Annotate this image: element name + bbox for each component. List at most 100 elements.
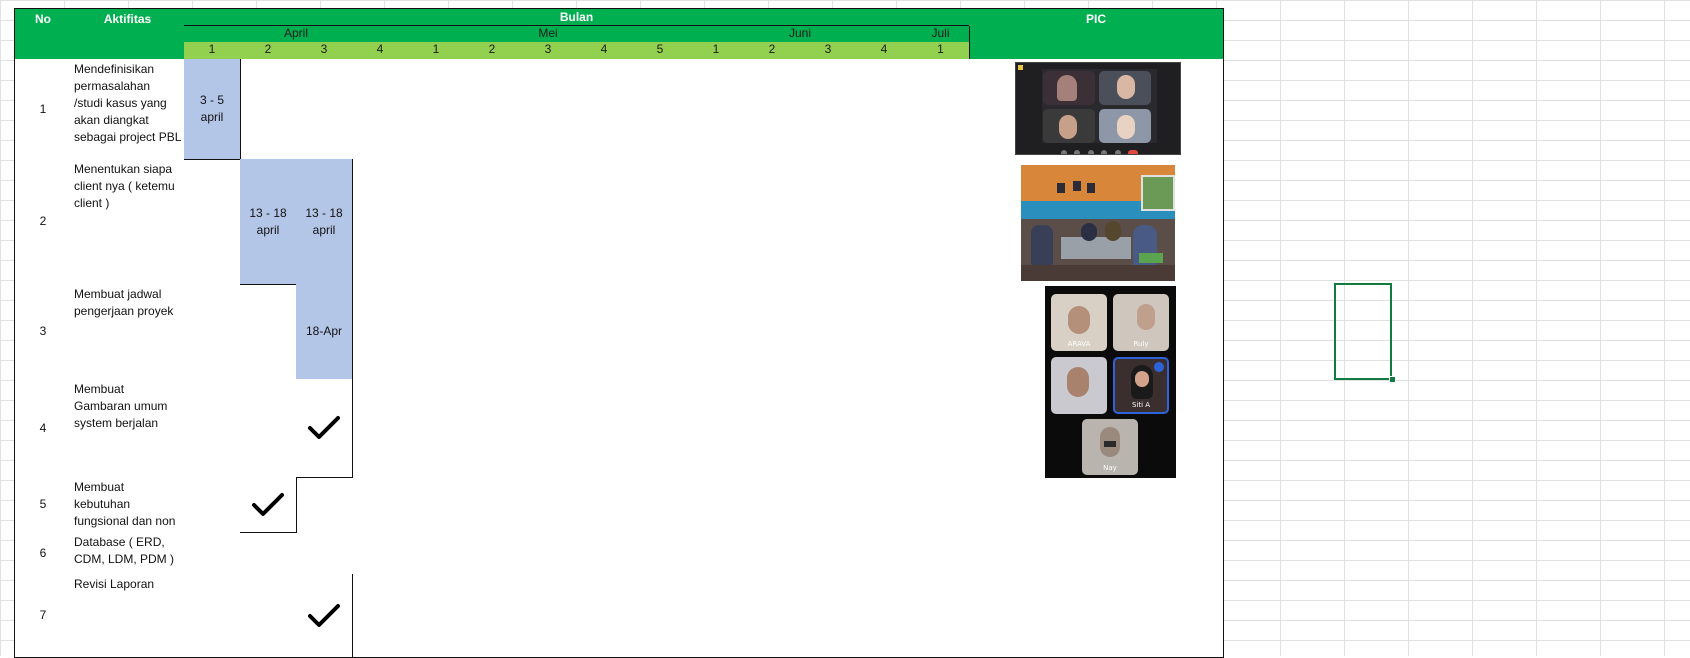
activity-cell[interactable]: Revisi Laporan xyxy=(71,574,185,658)
schedule-cell[interactable] xyxy=(800,59,857,160)
group-video-call-image[interactable]: ARAVA Ruly Siti A Nay xyxy=(1045,286,1176,478)
spreadsheet-grid[interactable]: No Aktifitas Bulan PIC April Mei Juni Ju… xyxy=(0,0,1690,658)
client-meeting-photo-image[interactable] xyxy=(1021,165,1175,281)
schedule-cell[interactable] xyxy=(352,477,409,533)
schedule-cell[interactable] xyxy=(296,477,353,533)
schedule-cell[interactable] xyxy=(912,284,970,380)
schedule-cell[interactable] xyxy=(352,379,409,478)
schedule-cell[interactable] xyxy=(856,284,913,380)
fill-handle[interactable] xyxy=(1389,376,1396,383)
schedule-cell[interactable] xyxy=(912,574,970,658)
schedule-cell-done[interactable] xyxy=(296,379,353,478)
schedule-cell[interactable] xyxy=(520,284,577,380)
schedule-cell[interactable] xyxy=(240,532,297,575)
schedule-cell[interactable] xyxy=(744,574,801,658)
schedule-cell[interactable] xyxy=(464,477,521,533)
schedule-cell[interactable] xyxy=(800,574,857,658)
schedule-cell[interactable] xyxy=(912,159,970,285)
video-call-screenshot-image[interactable] xyxy=(1015,62,1181,155)
schedule-cell[interactable] xyxy=(912,379,970,478)
schedule-cell[interactable] xyxy=(184,159,241,285)
schedule-cell[interactable] xyxy=(576,59,633,160)
schedule-cell[interactable] xyxy=(184,477,241,533)
schedule-cell[interactable] xyxy=(520,574,577,658)
schedule-cell[interactable] xyxy=(856,574,913,658)
schedule-cell[interactable] xyxy=(464,574,521,658)
schedule-cell[interactable] xyxy=(800,532,857,575)
schedule-cell[interactable] xyxy=(800,477,857,533)
schedule-cell[interactable] xyxy=(408,379,465,478)
schedule-cell-highlighted[interactable]: 13 - 18 april xyxy=(296,159,353,285)
schedule-cell[interactable] xyxy=(688,532,745,575)
schedule-cell[interactable] xyxy=(408,284,465,380)
activity-cell[interactable]: Membuat kebutuhan fungsional dan non xyxy=(71,477,185,533)
schedule-cell[interactable] xyxy=(464,532,521,575)
schedule-cell[interactable] xyxy=(576,379,633,478)
schedule-cell[interactable] xyxy=(184,574,241,658)
schedule-cell[interactable] xyxy=(688,59,745,160)
schedule-cell[interactable] xyxy=(632,159,689,285)
schedule-cell[interactable] xyxy=(408,574,465,658)
schedule-cell[interactable] xyxy=(632,574,689,658)
schedule-cell[interactable] xyxy=(800,159,857,285)
activity-cell[interactable]: Membuat Gambaran umum system berjalan xyxy=(71,379,185,478)
schedule-cell[interactable] xyxy=(520,379,577,478)
schedule-cell[interactable] xyxy=(520,159,577,285)
schedule-cell[interactable] xyxy=(856,159,913,285)
pic-cell[interactable] xyxy=(969,574,1224,658)
schedule-cell-highlighted[interactable]: 18-Apr xyxy=(296,284,353,380)
schedule-cell[interactable] xyxy=(352,574,409,658)
activity-cell[interactable]: Mendefinisikan permasalahan /studi kasus… xyxy=(71,59,185,160)
selected-cell[interactable] xyxy=(1334,283,1392,380)
schedule-cell[interactable] xyxy=(240,379,297,478)
schedule-cell[interactable] xyxy=(464,159,521,285)
schedule-cell[interactable] xyxy=(856,477,913,533)
schedule-cell[interactable] xyxy=(464,284,521,380)
activity-cell[interactable]: Membuat jadwal pengerjaan proyek xyxy=(71,284,185,380)
schedule-cell[interactable] xyxy=(744,159,801,285)
schedule-cell[interactable] xyxy=(632,284,689,380)
schedule-cell[interactable] xyxy=(688,284,745,380)
schedule-cell[interactable] xyxy=(408,59,465,160)
schedule-cell-highlighted[interactable]: 3 - 5 april xyxy=(184,59,241,160)
schedule-cell[interactable] xyxy=(520,477,577,533)
schedule-cell[interactable] xyxy=(184,532,241,575)
schedule-cell[interactable] xyxy=(464,59,521,160)
schedule-cell-highlighted[interactable]: 13 - 18 april xyxy=(240,159,297,285)
activity-cell[interactable]: Menentukan siapa client nya ( ketemu cli… xyxy=(71,159,185,285)
schedule-cell[interactable] xyxy=(184,379,241,478)
schedule-cell[interactable] xyxy=(632,477,689,533)
schedule-cell[interactable] xyxy=(576,532,633,575)
schedule-cell[interactable] xyxy=(856,532,913,575)
schedule-cell[interactable] xyxy=(352,159,409,285)
schedule-cell[interactable] xyxy=(856,379,913,478)
pic-cell[interactable] xyxy=(969,532,1224,575)
schedule-cell[interactable] xyxy=(352,284,409,380)
schedule-cell[interactable] xyxy=(744,284,801,380)
schedule-cell[interactable] xyxy=(296,532,353,575)
schedule-cell-done[interactable] xyxy=(240,477,297,533)
schedule-cell[interactable] xyxy=(240,59,297,160)
pic-cell[interactable] xyxy=(969,477,1224,533)
schedule-cell[interactable] xyxy=(744,59,801,160)
schedule-cell[interactable] xyxy=(576,574,633,658)
schedule-cell[interactable] xyxy=(520,532,577,575)
schedule-cell[interactable] xyxy=(744,477,801,533)
schedule-cell[interactable] xyxy=(688,379,745,478)
schedule-cell[interactable] xyxy=(408,477,465,533)
schedule-cell[interactable] xyxy=(240,574,297,658)
activity-cell[interactable]: Database ( ERD, CDM, LDM, PDM ) xyxy=(71,532,185,575)
schedule-cell[interactable] xyxy=(632,379,689,478)
schedule-cell[interactable] xyxy=(688,477,745,533)
schedule-cell[interactable] xyxy=(912,532,970,575)
schedule-cell[interactable] xyxy=(912,59,970,160)
schedule-cell[interactable] xyxy=(576,159,633,285)
schedule-cell[interactable] xyxy=(184,284,241,380)
schedule-cell[interactable] xyxy=(240,284,297,380)
schedule-cell[interactable] xyxy=(912,477,970,533)
schedule-cell[interactable] xyxy=(520,59,577,160)
schedule-cell[interactable] xyxy=(352,59,409,160)
schedule-cell[interactable] xyxy=(576,284,633,380)
schedule-cell-done[interactable] xyxy=(296,574,353,658)
schedule-cell[interactable] xyxy=(688,159,745,285)
